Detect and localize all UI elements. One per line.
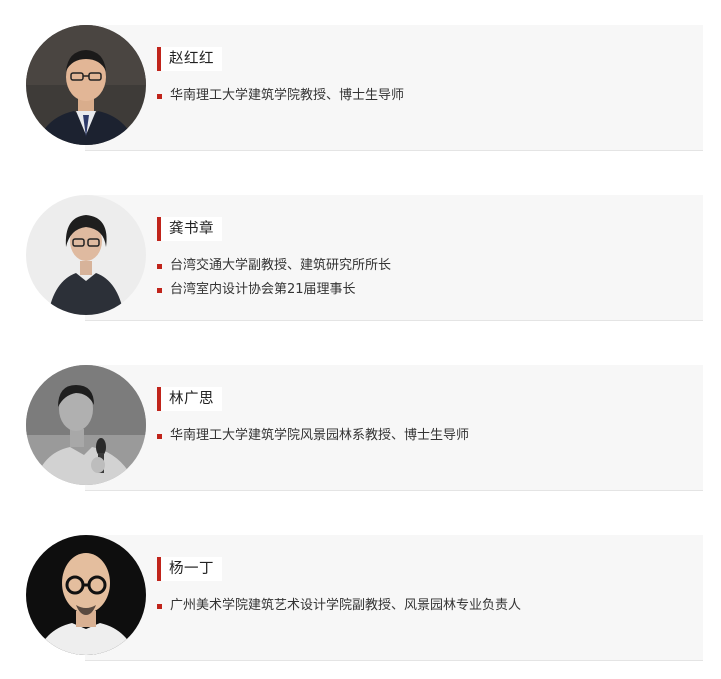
detail-item: 台湾交通大学副教授、建筑研究所所长 [157, 254, 391, 278]
profile-name: 赵红红 [161, 47, 222, 71]
avatar-photo [26, 535, 146, 655]
avatar-photo [26, 365, 146, 485]
detail-text: 广州美术学院建筑艺术设计学院副教授、风景园林专业负责人 [170, 598, 522, 613]
bullet-square-icon [157, 434, 162, 439]
avatar-photo [26, 25, 146, 145]
detail-text: 台湾室内设计协会第21届理事长 [170, 282, 356, 297]
detail-text: 台湾交通大学副教授、建筑研究所所长 [170, 258, 392, 273]
bullet-square-icon [157, 604, 162, 609]
profile-details: 广州美术学院建筑艺术设计学院副教授、风景园林专业负责人 [157, 594, 521, 618]
profile-name-wrap: 赵红红 [157, 47, 222, 71]
profile-details: 华南理工大学建筑学院风景园林系教授、博士生导师 [157, 424, 469, 448]
bullet-square-icon [157, 94, 162, 99]
profile-details: 华南理工大学建筑学院教授、博士生导师 [157, 84, 404, 108]
profile-name-wrap: 杨一丁 [157, 557, 222, 581]
detail-item: 广州美术学院建筑艺术设计学院副教授、风景园林专业负责人 [157, 594, 521, 618]
profile-name: 杨一丁 [161, 557, 222, 581]
detail-text: 华南理工大学建筑学院风景园林系教授、博士生导师 [170, 428, 470, 443]
avatar-photo [26, 195, 146, 315]
profile-card-2: 龚书章 台湾交通大学副教授、建筑研究所所长 台湾室内设计协会第21届理事长 [85, 195, 703, 321]
profile-card-4: 杨一丁 广州美术学院建筑艺术设计学院副教授、风景园林专业负责人 [85, 535, 703, 661]
profile-details: 台湾交通大学副教授、建筑研究所所长 台湾室内设计协会第21届理事长 [157, 254, 391, 302]
profile-name: 林广思 [161, 387, 222, 411]
profile-name-wrap: 龚书章 [157, 217, 222, 241]
profile-card-3: 林广思 华南理工大学建筑学院风景园林系教授、博士生导师 [85, 365, 703, 491]
detail-item: 华南理工大学建筑学院风景园林系教授、博士生导师 [157, 424, 469, 448]
profile-name-wrap: 林广思 [157, 387, 222, 411]
profile-name: 龚书章 [161, 217, 222, 241]
profile-card-1: 赵红红 华南理工大学建筑学院教授、博士生导师 [85, 25, 703, 151]
detail-item: 华南理工大学建筑学院教授、博士生导师 [157, 84, 404, 108]
detail-text: 华南理工大学建筑学院教授、博士生导师 [170, 88, 405, 103]
bullet-square-icon [157, 264, 162, 269]
detail-item: 台湾室内设计协会第21届理事长 [157, 278, 391, 302]
bullet-square-icon [157, 288, 162, 293]
